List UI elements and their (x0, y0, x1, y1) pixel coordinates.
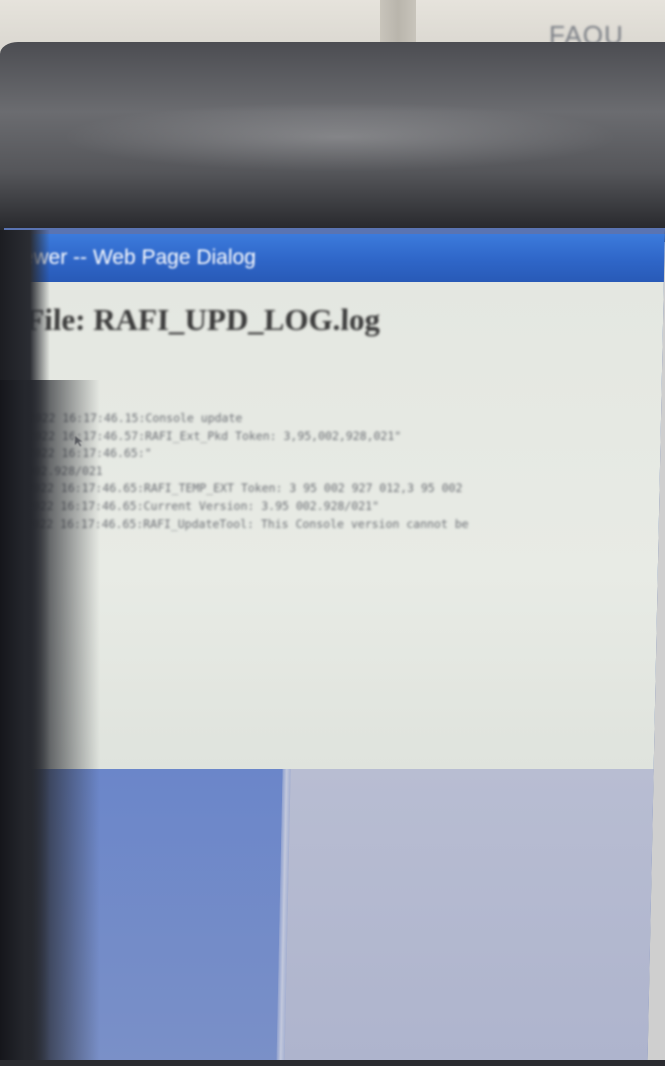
monitor-bottom-edge (0, 1060, 665, 1066)
dialog-title-bar[interactable]: Viewer -- Web Page Dialog (2, 234, 665, 282)
bezel-reflection (60, 102, 620, 172)
monitor-shadow (0, 380, 100, 1066)
monitor-bezel (0, 42, 665, 242)
page-title: g File: RAFI_UPD_LOG.log (1, 302, 381, 337)
desktop-panel-right (284, 769, 654, 1066)
